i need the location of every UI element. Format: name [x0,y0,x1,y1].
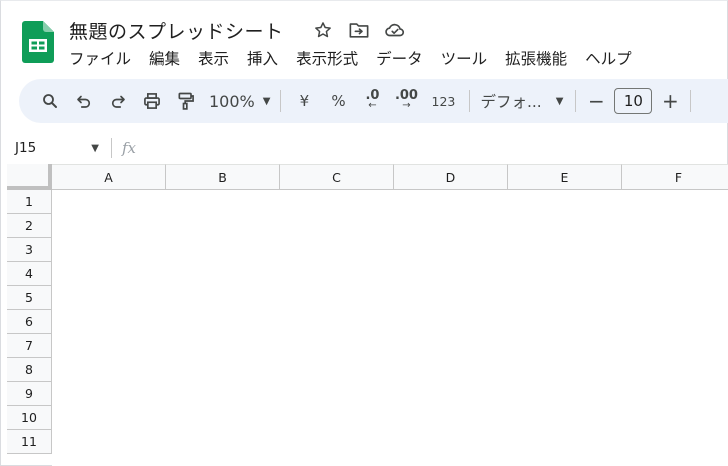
arrow-left-icon: ← [368,100,377,111]
sheets-logo-icon[interactable] [22,21,54,63]
search-menus-icon[interactable] [33,87,67,115]
print-icon[interactable] [135,87,169,115]
sheets-window: 無題のスプレッドシート ファイル 編集 表示 挿入 表示形式 データ ツール 拡… [0,0,728,466]
menu-file[interactable]: ファイル [69,47,140,69]
font-size-input[interactable]: 10 [614,88,653,114]
column-header-e[interactable]: E [508,164,622,190]
zoom-value: 100% [209,91,255,111]
row-header-9[interactable]: 9 [7,382,52,406]
row-header-2[interactable]: 2 [7,214,52,238]
function-icon: fx [122,139,137,157]
toolbar-divider [469,90,471,112]
formula-bar: J15 ▼ fx [7,133,728,163]
redo-icon[interactable] [101,87,135,115]
row-header-7[interactable]: 7 [7,334,52,358]
star-icon[interactable] [312,19,334,41]
menu-edit[interactable]: 編集 [149,47,189,69]
row-header-10[interactable]: 10 [7,406,52,430]
chevron-down-icon: ▼ [262,95,271,107]
menu-tools[interactable]: ツール [441,47,497,69]
column-header-a[interactable]: A [52,164,166,190]
menu-data[interactable]: データ [376,47,432,69]
column-header-f[interactable]: F [622,164,728,190]
menu-view[interactable]: 表示 [198,47,238,69]
column-header-c[interactable]: C [280,164,394,190]
toolbar-divider [280,90,282,112]
name-box[interactable]: J15 ▼ [7,140,107,156]
increase-decimal-button[interactable]: .00 → [389,87,423,115]
row-header-11[interactable]: 11 [7,430,52,454]
toolbar-divider [575,90,577,112]
menu-format[interactable]: 表示形式 [296,47,367,69]
row-header-3[interactable]: 3 [7,238,52,262]
currency-label: ¥ [299,92,310,110]
decrease-decimal-button[interactable]: .0 ← [355,87,389,115]
increase-font-size-button[interactable]: + [656,87,684,115]
toolbar-divider [690,90,692,112]
formula-divider [111,138,112,158]
select-all-corner[interactable] [7,164,52,190]
minus-icon: − [588,89,605,113]
menu-bar: ファイル 編集 表示 挿入 表示形式 データ ツール 拡張機能 ヘルプ [69,47,650,69]
number-format-label: 123 [431,93,456,109]
row-header-6[interactable]: 6 [7,310,52,334]
chevron-down-icon: ▼ [91,142,99,154]
column-header-d[interactable]: D [394,164,508,190]
font-family-select[interactable]: デフォ... ▼ [476,87,565,115]
menu-insert[interactable]: 挿入 [247,47,287,69]
font-family-value: デフォ... [480,93,542,111]
cell-reference: J15 [15,140,37,156]
more-formats-button[interactable]: 123 [423,87,463,115]
row-header-8[interactable]: 8 [7,358,52,382]
arrow-right-icon: → [402,100,411,111]
cloud-status-icon[interactable] [384,19,406,41]
document-title[interactable]: 無題のスプレッドシート [69,17,284,44]
toolbar: 100% ▼ ¥ % .0 ← .00 → 123 デフォ... ▼ − 10 … [19,79,728,123]
column-header-b[interactable]: B [166,164,280,190]
menu-extensions[interactable]: 拡張機能 [505,47,576,69]
move-to-folder-icon[interactable] [348,19,370,41]
row-header-5[interactable]: 5 [7,286,52,310]
menu-help[interactable]: ヘルプ [585,47,641,69]
undo-icon[interactable] [67,87,101,115]
paint-format-icon[interactable] [169,87,203,115]
chevron-down-icon: ▼ [555,95,564,107]
row-header-4[interactable]: 4 [7,262,52,286]
plus-icon: + [662,89,679,113]
zoom-select[interactable]: 100% ▼ [203,87,274,115]
decrease-font-size-button[interactable]: − [582,87,610,115]
format-currency-button[interactable]: ¥ [287,87,321,115]
spreadsheet-grid: A B C D E F 1 2 3 4 5 6 7 8 9 10 11 [7,164,728,466]
row-header-1[interactable]: 1 [7,190,52,214]
formula-input[interactable] [146,136,728,160]
percent-label: % [331,92,346,110]
format-percent-button[interactable]: % [321,87,355,115]
cell-area[interactable] [52,190,728,466]
